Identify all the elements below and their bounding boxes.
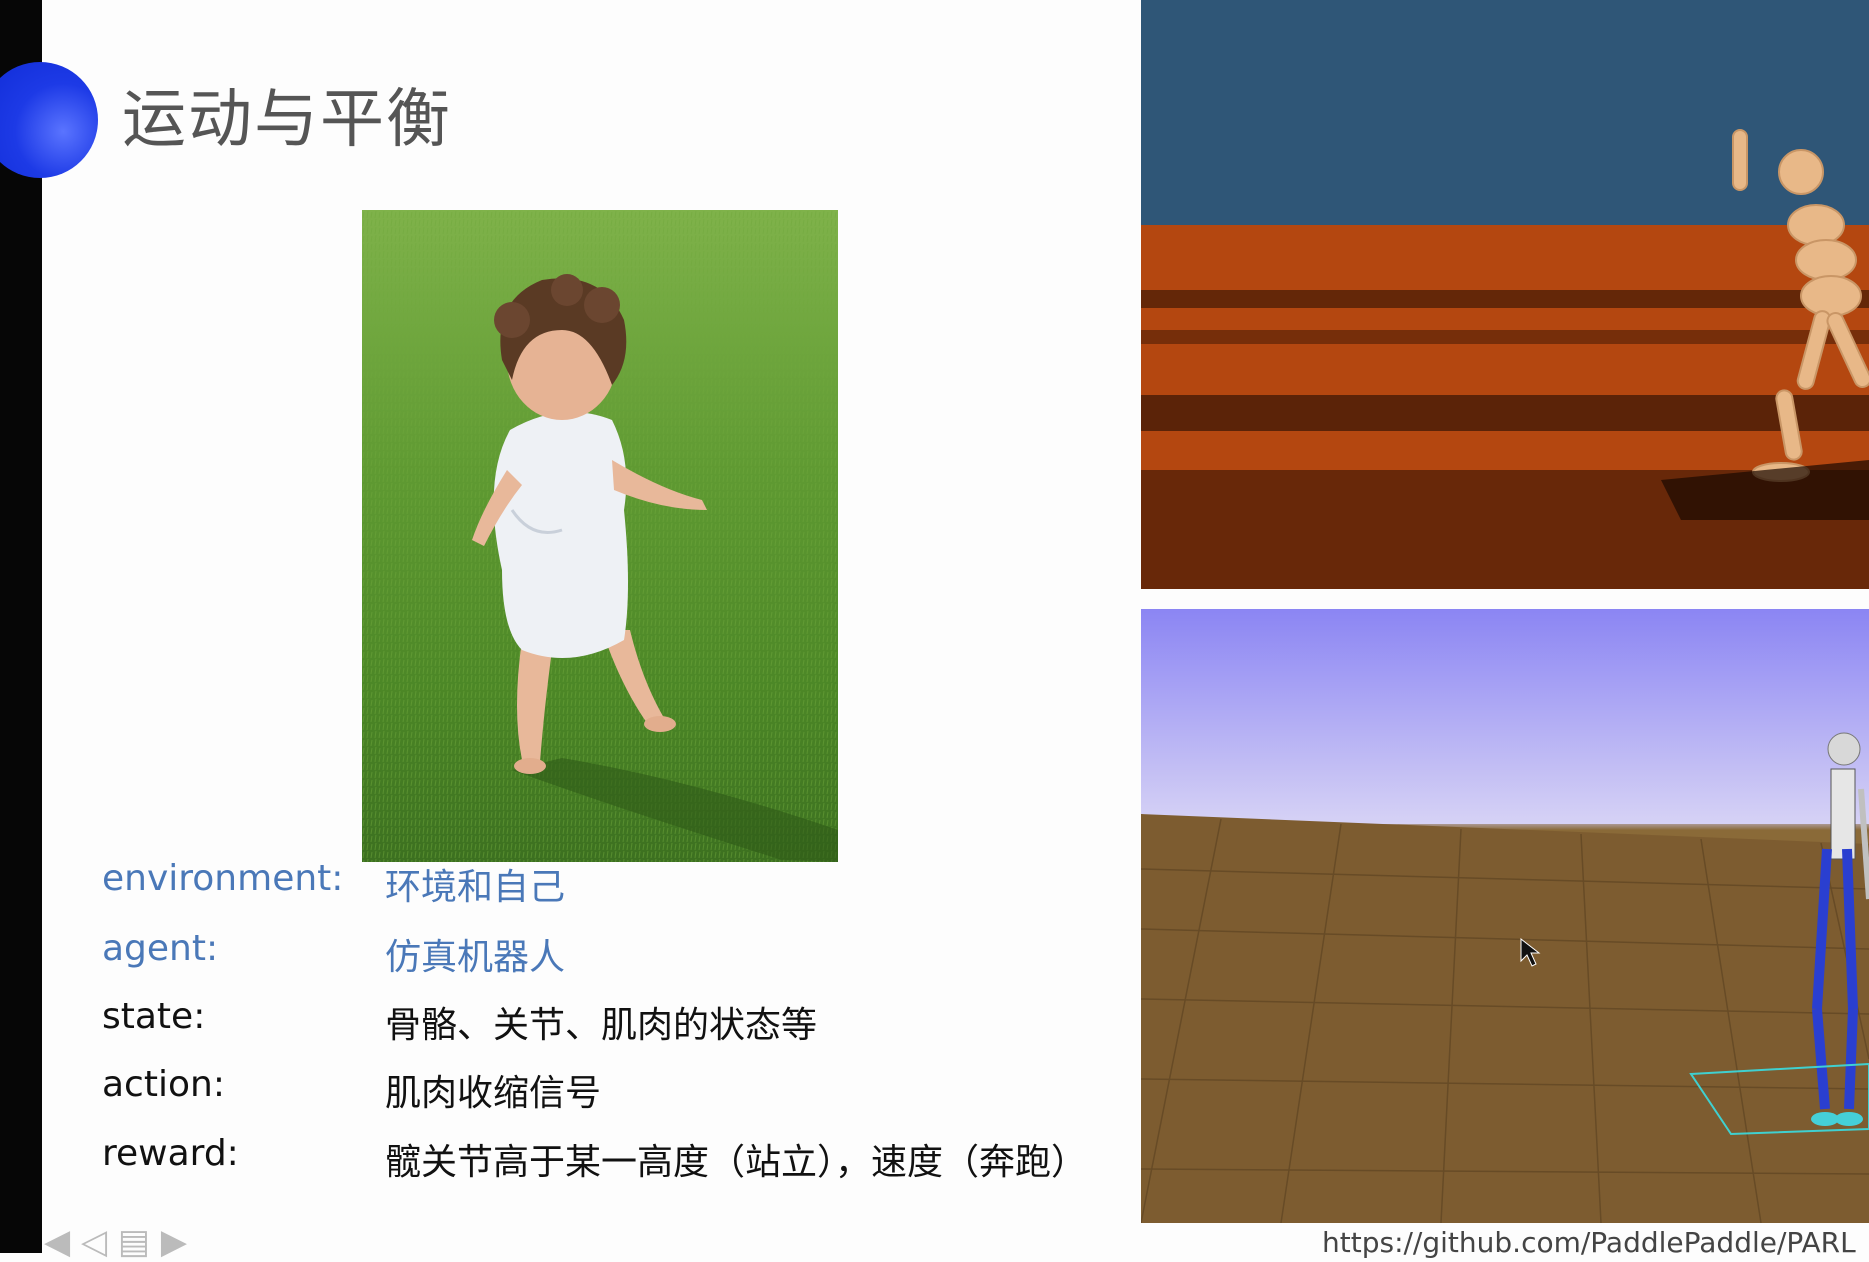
slide-navigation-controls[interactable]: ◀ ◁ ▤ ▶ [44, 1222, 187, 1262]
term-definition: 髋关节高于某一高度（站立），速度（奔跑） [385, 1142, 1088, 1183]
term-label: action: [102, 1064, 225, 1105]
term-label: agent: [102, 928, 219, 969]
title-accent-circle [0, 62, 98, 178]
term-definition: 骨骼、关节、肌肉的状态等 [385, 1005, 818, 1046]
left-black-bar [0, 0, 42, 1253]
baby-walking-photo [362, 210, 838, 862]
term-definition: 环境和自己 [385, 867, 566, 908]
term-definition: 肌肉收缩信号 [385, 1073, 602, 1114]
term-label: reward: [102, 1133, 239, 1174]
slide-title: 运动与平衡 [122, 83, 452, 157]
term-label: environment: [102, 858, 344, 899]
term-definition: 仿真机器人 [385, 937, 566, 978]
source-url[interactable]: https://github.com/PaddlePaddle/PARL [1322, 1226, 1856, 1259]
skeleton-simulation-video [1141, 609, 1869, 1223]
term-label: state: [102, 996, 206, 1037]
mannequin-simulation-video [1141, 0, 1869, 589]
